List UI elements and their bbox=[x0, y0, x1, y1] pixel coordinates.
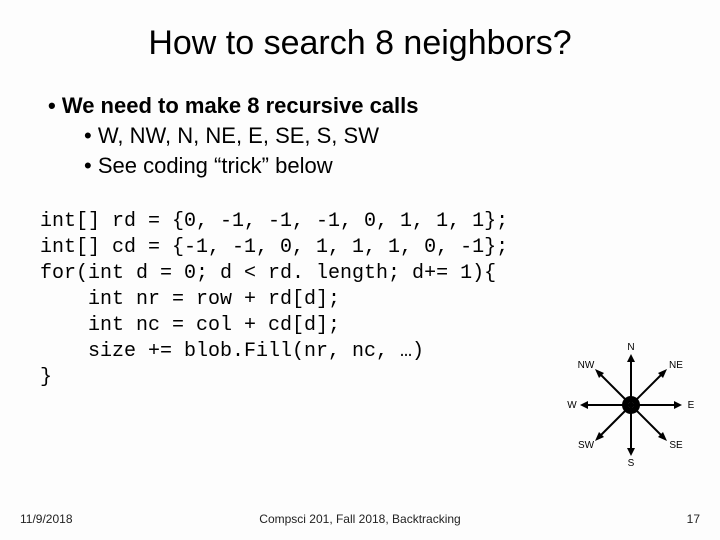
compass-label-w: W bbox=[567, 400, 577, 411]
compass-label-s: S bbox=[628, 458, 635, 469]
footer-page-number: 17 bbox=[687, 512, 700, 526]
bullet-sub-directions: W, NW, N, NE, E, SE, S, SW bbox=[40, 123, 680, 149]
bullet-sub-trick: See coding “trick” below bbox=[40, 153, 680, 179]
footer-date: 11/9/2018 bbox=[20, 512, 73, 526]
compass-icon: N NE E SE S SW W NW bbox=[566, 340, 696, 470]
footer: 11/9/2018 Compsci 201, Fall 2018, Backtr… bbox=[0, 512, 720, 526]
compass-label-nw: NW bbox=[578, 360, 595, 371]
footer-course: Compsci 201, Fall 2018, Backtracking bbox=[0, 512, 720, 526]
bullet-main: We need to make 8 recursive calls bbox=[40, 93, 680, 119]
content-area: We need to make 8 recursive calls W, NW,… bbox=[0, 63, 720, 179]
compass-label-sw: SW bbox=[578, 440, 595, 451]
compass-label-n: N bbox=[627, 342, 634, 353]
slide-title: How to search 8 neighbors? bbox=[0, 0, 720, 63]
compass-label-ne: NE bbox=[669, 360, 683, 371]
compass-label-e: E bbox=[688, 400, 695, 411]
compass-label-se: SE bbox=[669, 440, 683, 451]
